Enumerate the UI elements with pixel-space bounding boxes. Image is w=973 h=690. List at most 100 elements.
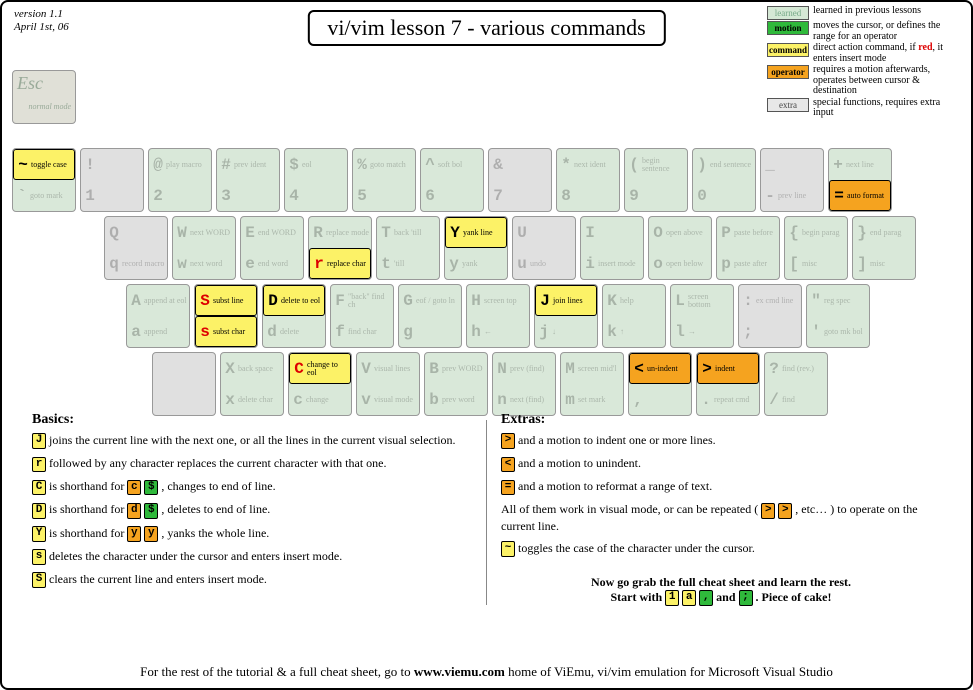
keycap: .repeat cmd bbox=[697, 384, 759, 415]
key-$: $eol4 bbox=[284, 148, 348, 212]
keycap: t'till bbox=[377, 248, 439, 279]
chip-D: D bbox=[32, 503, 46, 519]
row-numbers: ~toggle case`goto mark!1@play macro2#pre… bbox=[12, 148, 961, 212]
chip-S: S bbox=[32, 572, 46, 588]
key-_: _-prev line bbox=[760, 148, 824, 212]
keycap: Lscreen bottom bbox=[671, 285, 733, 316]
keycap: 6 bbox=[421, 180, 483, 211]
keycap: Hscreen top bbox=[467, 285, 529, 316]
keycap: (begin sentence bbox=[625, 149, 687, 180]
keycap: Bprev WORD bbox=[425, 353, 487, 384]
version-info: version 1.1 April 1st, 06 bbox=[14, 8, 69, 34]
key-<: <un-indent, bbox=[628, 352, 692, 416]
key-Q: Qqrecord macro bbox=[104, 216, 168, 280]
chip-gt: > bbox=[501, 433, 515, 449]
legend-motion-chip: motion bbox=[767, 21, 809, 35]
keycap: oopen below bbox=[649, 248, 711, 279]
keycap: j↓ bbox=[535, 316, 597, 347]
key-D: Ddelete to eolddelete bbox=[262, 284, 326, 348]
keycap: *next ident bbox=[557, 149, 619, 180]
keycap: Ddelete to eol bbox=[263, 285, 325, 316]
keycap: uundo bbox=[513, 248, 575, 279]
keycap: =auto format bbox=[829, 180, 891, 211]
basics-heading: Basics: bbox=[32, 412, 472, 428]
key-S: Ssubst linessubst char bbox=[194, 284, 258, 348]
keycap: 5 bbox=[353, 180, 415, 211]
keycap: _ bbox=[761, 149, 823, 180]
chip-eq: = bbox=[501, 480, 515, 496]
keycap: , bbox=[629, 384, 691, 415]
key-%: %goto match5 bbox=[352, 148, 416, 212]
keycap: Cchange to eol bbox=[289, 353, 351, 384]
key-): )end sentence0 bbox=[692, 148, 756, 212]
keycap: Oopen above bbox=[649, 217, 711, 248]
keycap: Tback 'till bbox=[377, 217, 439, 248]
key-?: ?find (rev.)/find bbox=[764, 352, 828, 416]
keycap: & bbox=[489, 149, 551, 180]
extras-heading: Extras: bbox=[501, 412, 941, 428]
key-&: &7 bbox=[488, 148, 552, 212]
key-blank bbox=[152, 352, 216, 416]
chip-tilde: ~ bbox=[501, 541, 515, 557]
keycap: ! bbox=[81, 149, 143, 180]
keycap: @play macro bbox=[149, 149, 211, 180]
legend-learned-chip: learned bbox=[767, 6, 809, 20]
keycap: ; bbox=[739, 316, 801, 347]
explanation-columns: Basics: J joins the current line with th… bbox=[22, 412, 951, 613]
key-B: Bprev WORDbprev word bbox=[424, 352, 488, 416]
cta-text: Now go grab the full cheat sheet and lea… bbox=[501, 575, 941, 606]
keycap: 3 bbox=[217, 180, 279, 211]
keycap: <un-indent bbox=[629, 353, 691, 384]
key-{: {begin parag[misc bbox=[784, 216, 848, 280]
keycap: bprev word bbox=[425, 384, 487, 415]
keycap: I bbox=[581, 217, 643, 248]
keycap: Wnext WORD bbox=[173, 217, 235, 248]
key-O: Oopen aboveoopen below bbox=[648, 216, 712, 280]
keycap: h← bbox=[467, 316, 529, 347]
keycap: 8 bbox=[557, 180, 619, 211]
keycap: g bbox=[399, 316, 461, 347]
keycap: >indent bbox=[697, 353, 759, 384]
column-divider bbox=[486, 420, 487, 605]
keycap: Rreplace mode bbox=[309, 217, 371, 248]
keycap: ]misc bbox=[853, 248, 915, 279]
key-#: #prev ident3 bbox=[216, 148, 280, 212]
page-title: vi/vim lesson 7 - various commands bbox=[307, 10, 665, 46]
key-*: *next ident8 bbox=[556, 148, 620, 212]
key-}: }end parag]misc bbox=[852, 216, 916, 280]
key-esc: Escnormal mode bbox=[12, 70, 76, 124]
key-J: Jjoin linesj↓ bbox=[534, 284, 598, 348]
footer-text: For the rest of the tutorial & a full ch… bbox=[2, 664, 971, 680]
key-G: Geof / goto lng bbox=[398, 284, 462, 348]
legend-command-chip: command bbox=[767, 43, 809, 57]
keycap: ffind char bbox=[331, 316, 393, 347]
keycap: Ssubst line bbox=[195, 285, 257, 316]
key->: >indent.repeat cmd bbox=[696, 352, 760, 416]
key-~: ~toggle case`goto mark bbox=[12, 148, 76, 212]
keycap: $eol bbox=[285, 149, 347, 180]
key-N: Nprev (find)nnext (find) bbox=[492, 352, 556, 416]
keycap: F"back" find ch bbox=[331, 285, 393, 316]
keycap: ?find (rev.) bbox=[765, 353, 827, 384]
keycap: k↑ bbox=[603, 316, 665, 347]
keycap: Xback space bbox=[221, 353, 283, 384]
key-A: Aappend at eolaappend bbox=[126, 284, 190, 348]
keycap: qrecord macro bbox=[105, 248, 167, 279]
key-H: Hscreen toph← bbox=[466, 284, 530, 348]
keycap: ssubst char bbox=[195, 316, 257, 347]
keycap: `goto mark bbox=[13, 180, 75, 211]
key-^: ^soft bol6 bbox=[420, 148, 484, 212]
key-E: Eend WORDeend word bbox=[240, 216, 304, 280]
keycap: Jjoin lines bbox=[535, 285, 597, 316]
key-P: Ppaste beforeppaste after bbox=[716, 216, 780, 280]
keycap: ddelete bbox=[263, 316, 325, 347]
keycap: mset mark bbox=[561, 384, 623, 415]
keycap: {begin parag bbox=[785, 217, 847, 248]
chip-lt: < bbox=[501, 457, 515, 473]
keycap: 2 bbox=[149, 180, 211, 211]
chip-Y: Y bbox=[32, 526, 46, 542]
chip-s: s bbox=[32, 549, 46, 565]
basics-column: Basics: J joins the current line with th… bbox=[22, 412, 482, 613]
keycap: #prev ident bbox=[217, 149, 279, 180]
keycap: Geof / goto ln bbox=[399, 285, 461, 316]
